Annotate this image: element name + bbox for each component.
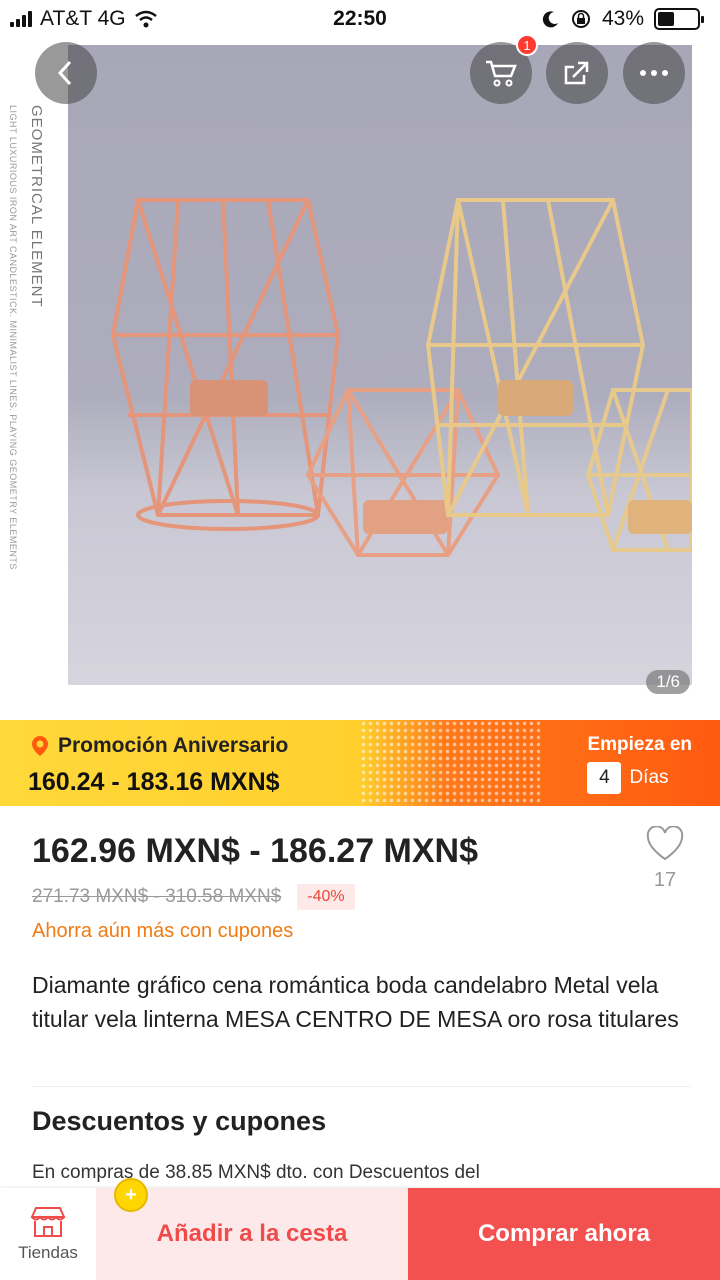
rotation-lock-icon xyxy=(571,10,590,28)
side-caption-text: GEOMETRICAL ELEMENT LIGHT LUXURIOUS IRON… xyxy=(8,105,45,570)
promo-dots-pattern xyxy=(360,720,540,806)
store-button[interactable]: Tiendas xyxy=(0,1188,96,1280)
promo-days-row: 4 Días xyxy=(587,762,692,794)
promo-starts-label: Empieza en xyxy=(587,734,692,755)
discounts-text: En compras de 38.85 MXN$ dto. con Descue… xyxy=(32,1162,480,1183)
product-gallery[interactable]: GEOMETRICAL ELEMENT LIGHT LUXURIOUS IRON… xyxy=(0,0,720,712)
share-icon xyxy=(564,61,589,85)
status-right: 43% xyxy=(542,7,704,31)
battery-fill xyxy=(658,12,675,26)
promo-price-range: 160.24 - 183.16 MXN$ xyxy=(28,768,280,796)
coupon-link[interactable]: Ahorra aún más con cupones xyxy=(32,920,293,943)
store-icon xyxy=(30,1207,66,1237)
add-to-cart-button[interactable]: + Añadir a la cesta xyxy=(96,1178,408,1280)
more-options-button[interactable] xyxy=(623,42,685,104)
discounts-heading[interactable]: Descuentos y cupones xyxy=(32,1106,326,1137)
status-bar: AT&T 4G 22:50 43% xyxy=(0,0,720,38)
rose-tealight-large xyxy=(190,380,268,416)
location-pin-icon xyxy=(32,736,48,756)
rose-tealight-small xyxy=(363,500,448,534)
share-button[interactable] xyxy=(546,42,608,104)
store-label: Tiendas xyxy=(18,1243,78,1262)
heart-icon xyxy=(646,825,684,861)
product-image[interactable]: GEOMETRICAL ELEMENT LIGHT LUXURIOUS IRON… xyxy=(0,45,692,685)
cart-icon xyxy=(486,60,517,87)
discount-badge: -40% xyxy=(297,884,355,910)
more-dots-icon xyxy=(640,70,668,76)
chevron-left-icon xyxy=(57,60,72,86)
wifi-icon xyxy=(134,10,157,28)
buy-now-label: Comprar ahora xyxy=(477,1220,651,1247)
battery-icon xyxy=(654,8,704,30)
carrier-label: AT&T 4G xyxy=(40,7,126,30)
promo-countdown: Empieza en 4 Días xyxy=(587,734,692,794)
promo-title: Promoción Aniversario xyxy=(58,734,289,757)
side-caption-title: GEOMETRICAL ELEMENT xyxy=(28,105,45,308)
section-divider xyxy=(32,1086,690,1087)
back-button[interactable] xyxy=(35,42,97,104)
image-counter: 1/6 xyxy=(646,670,690,694)
bottom-action-bar: Tiendas + Añadir a la cesta Comprar ahor… xyxy=(0,1178,720,1280)
wishlist-button[interactable]: 17 xyxy=(640,825,690,892)
promo-info: Promoción Aniversario 160.24 - 183.16 MX… xyxy=(28,734,288,797)
wishlist-count: 17 xyxy=(653,869,677,891)
product-price: 162.96 MXN$ - 186.27 MXN$ xyxy=(32,832,479,870)
original-price-row: 271.73 MXN$ - 310.58 MXN$ -40% xyxy=(32,884,355,910)
rose-gold-holder-large xyxy=(110,198,341,531)
gold-holder-large xyxy=(425,198,646,517)
image-side-caption: GEOMETRICAL ELEMENT LIGHT LUXURIOUS IRON… xyxy=(0,45,68,685)
promo-banner[interactable]: Promoción Aniversario 160.24 - 183.16 MX… xyxy=(0,720,720,806)
candle-holders-illustration xyxy=(110,198,692,557)
side-caption-sub: LIGHT LUXURIOUS IRON ART CANDLESTICK. MI… xyxy=(8,105,18,570)
product-page: GEOMETRICAL ELEMENT LIGHT LUXURIOUS IRON… xyxy=(0,0,720,1280)
promo-title-row: Promoción Aniversario xyxy=(28,734,288,758)
touch-indicator-icon: + xyxy=(114,1178,148,1212)
cart-button[interactable]: 1 xyxy=(470,34,538,104)
promo-days-value: 4 xyxy=(587,762,622,794)
gold-tealight-small xyxy=(628,500,692,534)
gold-tealight-large xyxy=(498,380,573,416)
product-title: Diamante gráfico cena romántica boda can… xyxy=(32,972,679,1032)
signal-icon xyxy=(10,11,32,27)
moon-icon xyxy=(542,11,558,28)
promo-days-label: Días xyxy=(629,767,669,788)
battery-percent: 43% xyxy=(601,7,644,30)
status-left: AT&T 4G xyxy=(10,7,158,31)
add-to-cart-label: Añadir a la cesta xyxy=(156,1220,348,1247)
buy-now-button[interactable]: Comprar ahora xyxy=(408,1188,720,1280)
original-price: 271.73 MXN$ - 310.58 MXN$ xyxy=(32,886,282,907)
